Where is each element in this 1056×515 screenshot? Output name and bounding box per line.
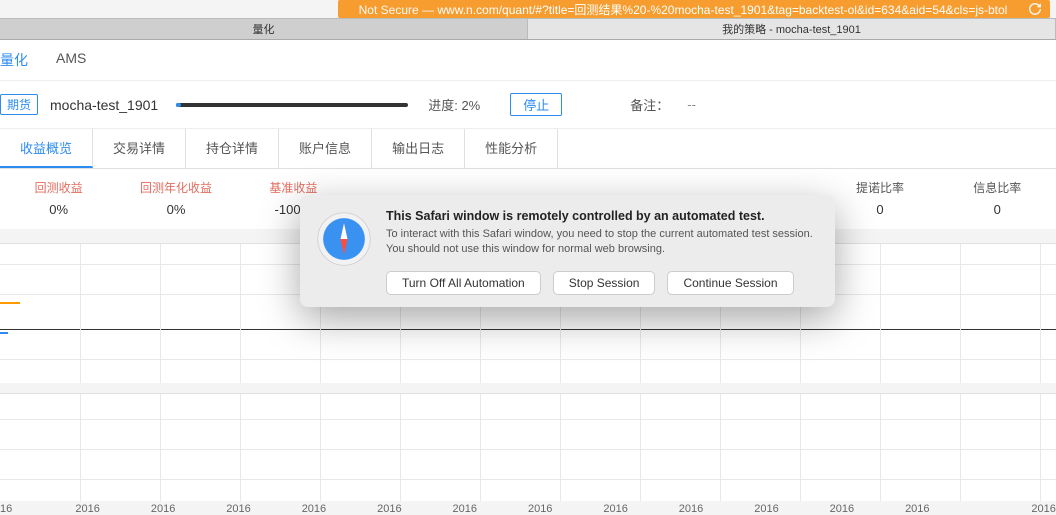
metric-1: 回测年化收益0% [117,179,234,217]
reload-icon[interactable] [1028,2,1042,16]
secondary-chart [0,393,1056,501]
strategy-name: mocha-test_1901 [50,97,158,113]
remark-value: -- [687,97,696,112]
tab-logs[interactable]: 输出日志 [372,129,465,168]
stop-session-button[interactable]: Stop Session [553,271,656,295]
subtabs: 收益概览 交易详情 持仓详情 账户信息 输出日志 性能分析 [0,129,1056,169]
url-text: www.n.com/quant/#?title=回测结果%20-%20mocha… [437,3,1007,17]
series-backtest-return [0,302,20,304]
nav-quant[interactable]: 量化 [0,50,28,70]
tab-trades[interactable]: 交易详情 [93,129,186,168]
browser-tab-0[interactable]: 量化 [0,19,528,39]
tab-account[interactable]: 账户信息 [279,129,372,168]
metric-7: 提诺比率0 [821,179,938,217]
turn-off-automation-button[interactable]: Turn Off All Automation [386,271,541,295]
browser-tab-1[interactable]: 我的策略 - mocha-test_1901 [528,19,1056,39]
url-bar[interactable]: Not Secure — www.n.com/quant/#?title=回测结… [338,0,1050,18]
remark-label: 备注： [630,95,669,114]
strategy-row: 期货 mocha-test_1901 进度: 2% 停止 备注： -- [0,81,1056,129]
tab-positions[interactable]: 持仓详情 [186,129,279,168]
tag-futures: 期货 [0,94,38,115]
series-benchmark-return [0,332,8,334]
alert-message: To interact with this Safari window, you… [386,227,819,257]
tab-perf[interactable]: 性能分析 [465,129,558,168]
stop-button[interactable]: 停止 [510,93,562,116]
page-nav: 量化 AMS [0,40,1056,81]
browser-tab-label: 量化 [253,21,275,37]
browser-tab-label: 我的策略 - mocha-test_1901 [722,21,861,37]
continue-session-button[interactable]: Continue Session [667,271,793,295]
metric-0: 回测收益0% [0,179,117,217]
progress-fill [176,103,181,107]
safari-icon [316,211,372,267]
alert-title: This Safari window is remotely controlle… [386,209,819,223]
progress-bar [176,103,408,107]
x-axis-labels: 16 2016 2016 2016 2016 2016 2016 2016 20… [0,501,1056,515]
safari-automation-alert: This Safari window is remotely controlle… [300,195,835,307]
metric-8: 信息比率0 [939,179,1056,217]
nav-ams[interactable]: AMS [56,50,86,70]
tab-overview[interactable]: 收益概览 [0,129,93,168]
url-not-secure: Not Secure — [359,3,434,17]
browser-tab-bar: 量化 我的策略 - mocha-test_1901 [0,18,1056,40]
alert-buttons: Turn Off All Automation Stop Session Con… [386,271,819,295]
progress-text: 进度: 2% [428,95,480,114]
